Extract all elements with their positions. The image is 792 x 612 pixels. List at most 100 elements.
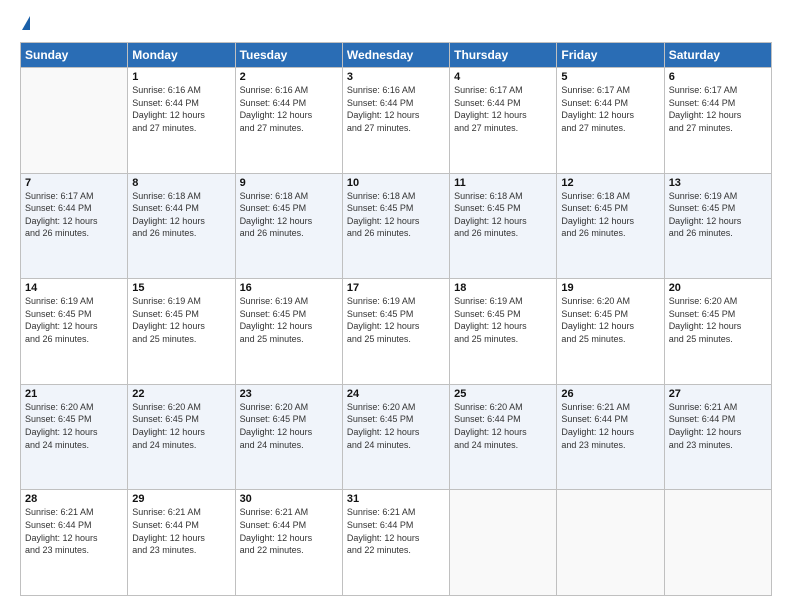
calendar-day-cell: 20 Sunrise: 6:20 AMSunset: 6:45 PMDaylig…: [664, 279, 771, 385]
day-info: Sunrise: 6:17 AMSunset: 6:44 PMDaylight:…: [561, 84, 659, 134]
day-info: Sunrise: 6:19 AMSunset: 6:45 PMDaylight:…: [240, 295, 338, 345]
calendar-day-cell: 30 Sunrise: 6:21 AMSunset: 6:44 PMDaylig…: [235, 490, 342, 596]
calendar-day-cell: 15 Sunrise: 6:19 AMSunset: 6:45 PMDaylig…: [128, 279, 235, 385]
calendar-week-row: 21 Sunrise: 6:20 AMSunset: 6:45 PMDaylig…: [21, 384, 772, 490]
day-number: 25: [454, 388, 552, 400]
calendar-day-cell: 13 Sunrise: 6:19 AMSunset: 6:45 PMDaylig…: [664, 173, 771, 279]
day-info: Sunrise: 6:19 AMSunset: 6:45 PMDaylight:…: [347, 295, 445, 345]
calendar-week-row: 14 Sunrise: 6:19 AMSunset: 6:45 PMDaylig…: [21, 279, 772, 385]
day-number: 26: [561, 388, 659, 400]
day-number: 18: [454, 282, 552, 294]
day-info: Sunrise: 6:18 AMSunset: 6:45 PMDaylight:…: [454, 190, 552, 240]
calendar-day-cell: 8 Sunrise: 6:18 AMSunset: 6:44 PMDayligh…: [128, 173, 235, 279]
calendar-day-cell: 31 Sunrise: 6:21 AMSunset: 6:44 PMDaylig…: [342, 490, 449, 596]
day-info: Sunrise: 6:20 AMSunset: 6:45 PMDaylight:…: [132, 401, 230, 451]
calendar-week-row: 7 Sunrise: 6:17 AMSunset: 6:44 PMDayligh…: [21, 173, 772, 279]
day-number: 16: [240, 282, 338, 294]
calendar-week-row: 28 Sunrise: 6:21 AMSunset: 6:44 PMDaylig…: [21, 490, 772, 596]
calendar-day-cell: 12 Sunrise: 6:18 AMSunset: 6:45 PMDaylig…: [557, 173, 664, 279]
day-info: Sunrise: 6:21 AMSunset: 6:44 PMDaylight:…: [25, 506, 123, 556]
calendar-day-cell: [664, 490, 771, 596]
calendar-day-cell: 9 Sunrise: 6:18 AMSunset: 6:45 PMDayligh…: [235, 173, 342, 279]
day-info: Sunrise: 6:18 AMSunset: 6:44 PMDaylight:…: [132, 190, 230, 240]
calendar-day-cell: 27 Sunrise: 6:21 AMSunset: 6:44 PMDaylig…: [664, 384, 771, 490]
calendar-day-cell: 26 Sunrise: 6:21 AMSunset: 6:44 PMDaylig…: [557, 384, 664, 490]
day-info: Sunrise: 6:19 AMSunset: 6:45 PMDaylight:…: [132, 295, 230, 345]
calendar-day-cell: 25 Sunrise: 6:20 AMSunset: 6:44 PMDaylig…: [450, 384, 557, 490]
calendar-day-cell: [21, 68, 128, 174]
calendar-day-cell: 3 Sunrise: 6:16 AMSunset: 6:44 PMDayligh…: [342, 68, 449, 174]
day-info: Sunrise: 6:20 AMSunset: 6:45 PMDaylight:…: [561, 295, 659, 345]
day-number: 17: [347, 282, 445, 294]
day-info: Sunrise: 6:18 AMSunset: 6:45 PMDaylight:…: [347, 190, 445, 240]
day-info: Sunrise: 6:17 AMSunset: 6:44 PMDaylight:…: [669, 84, 767, 134]
calendar-day-cell: 14 Sunrise: 6:19 AMSunset: 6:45 PMDaylig…: [21, 279, 128, 385]
weekday-header: Sunday: [21, 43, 128, 68]
day-number: 31: [347, 493, 445, 505]
day-number: 11: [454, 177, 552, 189]
day-number: 30: [240, 493, 338, 505]
day-info: Sunrise: 6:16 AMSunset: 6:44 PMDaylight:…: [240, 84, 338, 134]
day-info: Sunrise: 6:18 AMSunset: 6:45 PMDaylight:…: [240, 190, 338, 240]
calendar-day-cell: [450, 490, 557, 596]
day-info: Sunrise: 6:21 AMSunset: 6:44 PMDaylight:…: [561, 401, 659, 451]
weekday-header: Saturday: [664, 43, 771, 68]
calendar-day-cell: 5 Sunrise: 6:17 AMSunset: 6:44 PMDayligh…: [557, 68, 664, 174]
calendar-day-cell: 24 Sunrise: 6:20 AMSunset: 6:45 PMDaylig…: [342, 384, 449, 490]
logo: [20, 16, 30, 32]
day-number: 13: [669, 177, 767, 189]
day-number: 1: [132, 71, 230, 83]
day-info: Sunrise: 6:20 AMSunset: 6:45 PMDaylight:…: [25, 401, 123, 451]
day-info: Sunrise: 6:21 AMSunset: 6:44 PMDaylight:…: [347, 506, 445, 556]
calendar-day-cell: 18 Sunrise: 6:19 AMSunset: 6:45 PMDaylig…: [450, 279, 557, 385]
day-number: 19: [561, 282, 659, 294]
day-info: Sunrise: 6:20 AMSunset: 6:44 PMDaylight:…: [454, 401, 552, 451]
day-info: Sunrise: 6:19 AMSunset: 6:45 PMDaylight:…: [669, 190, 767, 240]
day-info: Sunrise: 6:21 AMSunset: 6:44 PMDaylight:…: [240, 506, 338, 556]
calendar-day-cell: 19 Sunrise: 6:20 AMSunset: 6:45 PMDaylig…: [557, 279, 664, 385]
calendar-day-cell: 22 Sunrise: 6:20 AMSunset: 6:45 PMDaylig…: [128, 384, 235, 490]
day-number: 12: [561, 177, 659, 189]
day-number: 5: [561, 71, 659, 83]
page: SundayMondayTuesdayWednesdayThursdayFrid…: [0, 0, 792, 612]
day-info: Sunrise: 6:17 AMSunset: 6:44 PMDaylight:…: [25, 190, 123, 240]
day-number: 20: [669, 282, 767, 294]
day-info: Sunrise: 6:20 AMSunset: 6:45 PMDaylight:…: [669, 295, 767, 345]
day-number: 2: [240, 71, 338, 83]
calendar-week-row: 1 Sunrise: 6:16 AMSunset: 6:44 PMDayligh…: [21, 68, 772, 174]
day-number: 14: [25, 282, 123, 294]
day-info: Sunrise: 6:21 AMSunset: 6:44 PMDaylight:…: [669, 401, 767, 451]
day-info: Sunrise: 6:19 AMSunset: 6:45 PMDaylight:…: [454, 295, 552, 345]
day-info: Sunrise: 6:20 AMSunset: 6:45 PMDaylight:…: [240, 401, 338, 451]
calendar-day-cell: 17 Sunrise: 6:19 AMSunset: 6:45 PMDaylig…: [342, 279, 449, 385]
day-number: 22: [132, 388, 230, 400]
calendar-day-cell: 2 Sunrise: 6:16 AMSunset: 6:44 PMDayligh…: [235, 68, 342, 174]
calendar-day-cell: 29 Sunrise: 6:21 AMSunset: 6:44 PMDaylig…: [128, 490, 235, 596]
day-number: 28: [25, 493, 123, 505]
weekday-header: Wednesday: [342, 43, 449, 68]
day-number: 6: [669, 71, 767, 83]
calendar-day-cell: 4 Sunrise: 6:17 AMSunset: 6:44 PMDayligh…: [450, 68, 557, 174]
day-number: 23: [240, 388, 338, 400]
day-info: Sunrise: 6:21 AMSunset: 6:44 PMDaylight:…: [132, 506, 230, 556]
calendar-day-cell: 6 Sunrise: 6:17 AMSunset: 6:44 PMDayligh…: [664, 68, 771, 174]
weekday-header: Monday: [128, 43, 235, 68]
calendar-day-cell: 10 Sunrise: 6:18 AMSunset: 6:45 PMDaylig…: [342, 173, 449, 279]
header: [20, 16, 772, 32]
calendar-day-cell: 23 Sunrise: 6:20 AMSunset: 6:45 PMDaylig…: [235, 384, 342, 490]
calendar-day-cell: 21 Sunrise: 6:20 AMSunset: 6:45 PMDaylig…: [21, 384, 128, 490]
day-info: Sunrise: 6:17 AMSunset: 6:44 PMDaylight:…: [454, 84, 552, 134]
day-number: 29: [132, 493, 230, 505]
calendar-day-cell: 28 Sunrise: 6:21 AMSunset: 6:44 PMDaylig…: [21, 490, 128, 596]
weekday-header: Tuesday: [235, 43, 342, 68]
day-info: Sunrise: 6:16 AMSunset: 6:44 PMDaylight:…: [347, 84, 445, 134]
day-number: 3: [347, 71, 445, 83]
calendar-table: SundayMondayTuesdayWednesdayThursdayFrid…: [20, 42, 772, 596]
day-number: 15: [132, 282, 230, 294]
calendar-day-cell: 7 Sunrise: 6:17 AMSunset: 6:44 PMDayligh…: [21, 173, 128, 279]
day-info: Sunrise: 6:16 AMSunset: 6:44 PMDaylight:…: [132, 84, 230, 134]
calendar-header-row: SundayMondayTuesdayWednesdayThursdayFrid…: [21, 43, 772, 68]
weekday-header: Friday: [557, 43, 664, 68]
day-number: 8: [132, 177, 230, 189]
day-number: 10: [347, 177, 445, 189]
